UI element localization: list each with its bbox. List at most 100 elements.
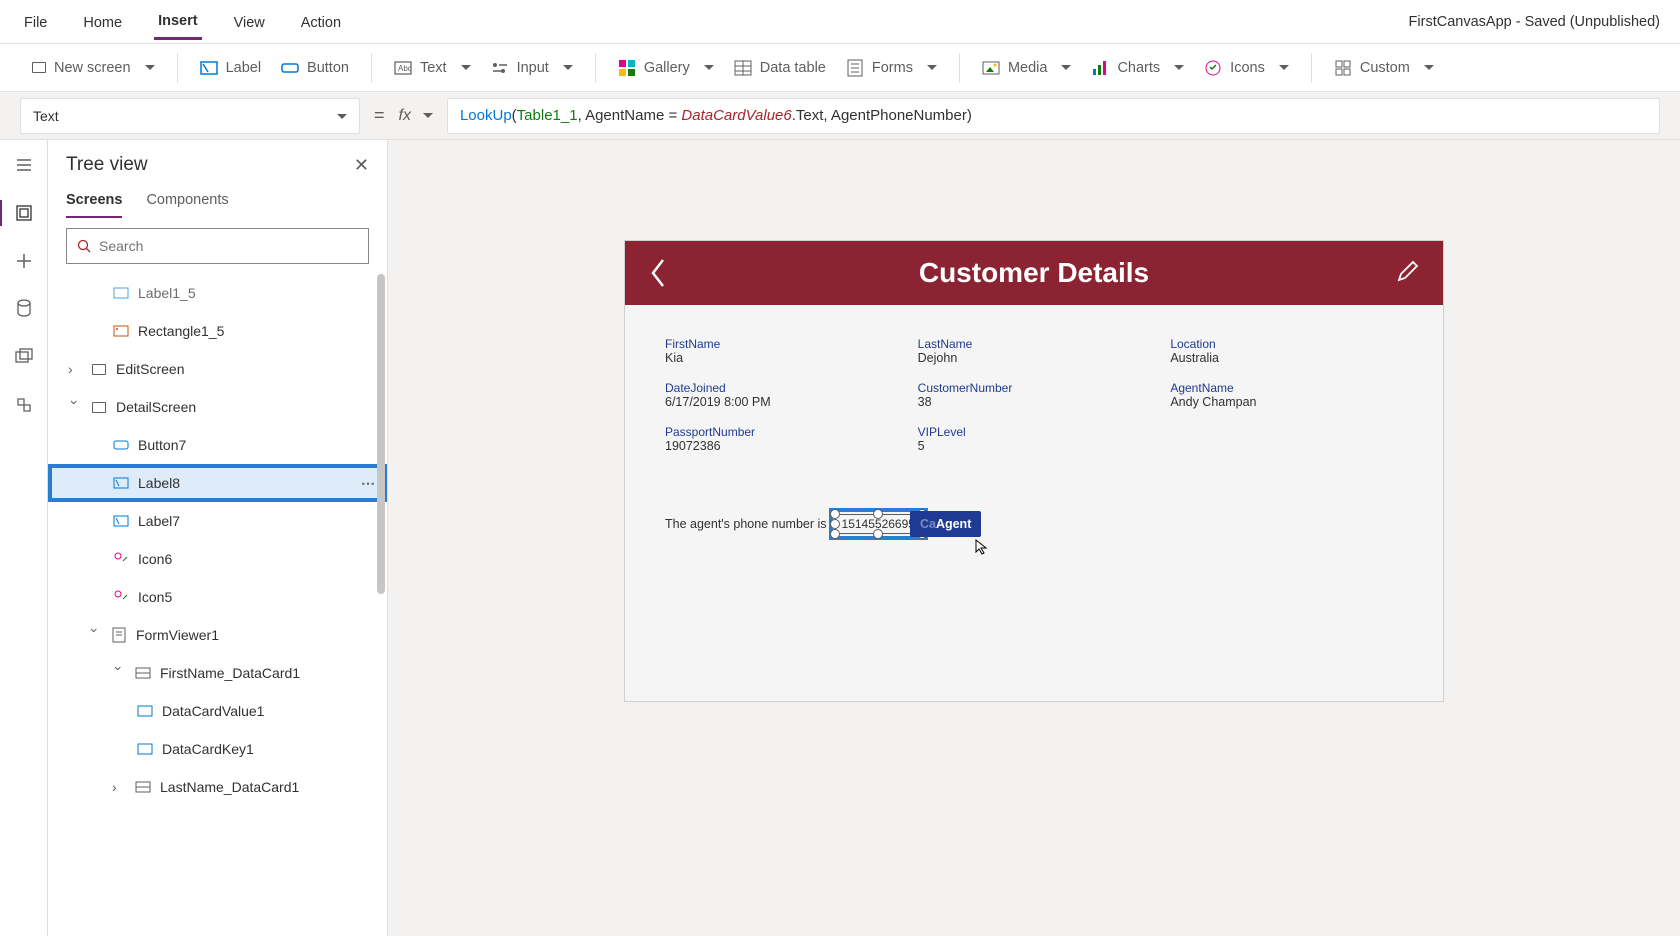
chevron-down-icon: [331, 108, 347, 124]
svg-text:Abc: Abc: [398, 64, 412, 73]
tree-item-datacardvalue1[interactable]: DataCardValue1: [48, 692, 387, 730]
menu-home[interactable]: Home: [79, 5, 126, 39]
tree-item-detailscreen[interactable]: › DetailScreen: [48, 388, 387, 426]
label-icon: [200, 59, 218, 77]
app-canvas[interactable]: Customer Details FirstName Kia LastName …: [624, 240, 1444, 702]
value-firstname: Kia: [665, 351, 898, 365]
scrollbar-thumb[interactable]: [377, 274, 385, 594]
search-input[interactable]: [99, 238, 358, 254]
value-custnum: 38: [918, 395, 1151, 409]
tab-screens[interactable]: Screens: [66, 182, 122, 218]
datacard-icon: [134, 664, 152, 682]
tree-item-rectangle1-5[interactable]: Rectangle1_5: [48, 312, 387, 350]
table-icon: [734, 59, 752, 77]
tree-item-formviewer1[interactable]: › FormViewer1: [48, 616, 387, 654]
chevron-right-icon: ›: [112, 779, 126, 795]
tree-item-label7[interactable]: Label7: [48, 502, 387, 540]
edit-icon[interactable]: [1395, 260, 1421, 286]
label-icon: [112, 474, 130, 492]
tree-item-lastname-datacard1[interactable]: › LastName_DataCard1: [48, 768, 387, 806]
label-datejoined: DateJoined: [665, 381, 898, 395]
tree-title: Tree view: [66, 154, 148, 176]
app-title: FirstCanvasApp - Saved (Unpublished): [1409, 14, 1660, 30]
property-name: Text: [33, 108, 59, 124]
tree-item-firstname-datacard1[interactable]: › FirstName_DataCard1: [48, 654, 387, 692]
tab-components[interactable]: Components: [146, 182, 228, 218]
tree-item-editscreen[interactable]: › EditScreen: [48, 350, 387, 388]
insert-forms-button[interactable]: Forms: [846, 59, 937, 77]
hamburger-icon[interactable]: [13, 154, 35, 176]
tree-search[interactable]: [66, 228, 369, 264]
insert-datatable-button[interactable]: Data table: [734, 59, 826, 77]
tree-item-icon6[interactable]: Icon6: [48, 540, 387, 578]
value-vip: 5: [918, 439, 1151, 453]
value-passport: 19072386: [665, 439, 898, 453]
new-screen-label: New screen: [54, 60, 131, 76]
form-icon: [110, 626, 128, 644]
agent-phone-prefix: The agent's phone number is: [665, 517, 827, 531]
insert-text-button[interactable]: Abc Text: [394, 59, 471, 77]
custom-icon: [1334, 59, 1352, 77]
insert-label-button[interactable]: Label: [200, 59, 261, 77]
insert-input-button[interactable]: Input: [491, 59, 573, 77]
new-screen-button[interactable]: New screen: [32, 60, 155, 76]
menu-insert[interactable]: Insert: [154, 3, 202, 40]
input-icon: [491, 59, 509, 77]
insert-gallery-button[interactable]: Gallery: [618, 59, 714, 77]
formula-input[interactable]: LookUp(Table1_1, AgentName = DataCardVal…: [447, 98, 1660, 134]
media-rail-icon[interactable]: [13, 346, 35, 368]
canvas-area: Customer Details FirstName Kia LastName …: [388, 140, 1680, 936]
insert-charts-button[interactable]: Charts: [1091, 59, 1184, 77]
detail-body: FirstName Kia LastName Dejohn Location A…: [625, 305, 1443, 701]
label-firstname: FirstName: [665, 337, 898, 351]
tree-item-datacardkey1[interactable]: DataCardKey1: [48, 730, 387, 768]
ribbon: New screen Label Button Abc Text Input G…: [0, 44, 1680, 92]
fx-icon[interactable]: fx: [399, 107, 433, 125]
label-icon: [136, 702, 154, 720]
tree-body: Label1_5 Rectangle1_5 › EditScreen › Det…: [48, 274, 387, 936]
more-icon[interactable]: ⋯: [361, 475, 377, 492]
rectangle-icon: [112, 322, 130, 340]
insert-custom-button[interactable]: Custom: [1334, 59, 1434, 77]
icon-icon: [112, 550, 130, 568]
menu-action[interactable]: Action: [297, 5, 345, 39]
add-icon[interactable]: [13, 250, 35, 272]
screen-icon: [90, 398, 108, 416]
label-icon: [112, 512, 130, 530]
close-icon[interactable]: ✕: [354, 155, 369, 176]
advanced-icon[interactable]: [13, 394, 35, 416]
insert-icons-button[interactable]: Icons: [1204, 59, 1289, 77]
tree-panel: Tree view ✕ Screens Components Label1_5 …: [48, 140, 388, 936]
chevron-down-icon: ›: [111, 666, 127, 680]
tree-view-icon[interactable]: [13, 202, 35, 224]
back-icon[interactable]: [647, 256, 669, 290]
value-location: Australia: [1170, 351, 1403, 365]
page-title: Customer Details: [919, 257, 1149, 289]
property-selector[interactable]: Text: [20, 98, 360, 134]
label-vip: VIPLevel: [918, 425, 1151, 439]
tree-item-label1-5[interactable]: Label1_5: [48, 274, 387, 312]
text-icon: Abc: [394, 59, 412, 77]
label-agentname: AgentName: [1170, 381, 1403, 395]
detail-header: Customer Details: [625, 241, 1443, 305]
formula-bar: Text = fx LookUp(Table1_1, AgentName = D…: [0, 92, 1680, 140]
icon-icon: [112, 588, 130, 606]
insert-button-button[interactable]: Button: [281, 59, 349, 77]
data-icon[interactable]: [13, 298, 35, 320]
button-icon: [112, 436, 130, 454]
tree-item-icon5[interactable]: Icon5: [48, 578, 387, 616]
label-icon: [136, 740, 154, 758]
chevron-right-icon: ›: [68, 361, 82, 377]
menu-view[interactable]: View: [230, 5, 269, 39]
main-area: Tree view ✕ Screens Components Label1_5 …: [0, 140, 1680, 936]
tree-item-button7[interactable]: Button7: [48, 426, 387, 464]
label-custnum: CustomerNumber: [918, 381, 1151, 395]
call-agent-button[interactable]: CaAgent: [910, 511, 981, 537]
menu-file[interactable]: File: [20, 5, 51, 39]
tree-item-label8[interactable]: Label8 ⋯: [48, 464, 387, 502]
screen-icon: [32, 62, 46, 73]
insert-media-button[interactable]: Media: [982, 59, 1072, 77]
button-icon: [281, 59, 299, 77]
left-rail: [0, 140, 48, 936]
forms-icon: [846, 59, 864, 77]
